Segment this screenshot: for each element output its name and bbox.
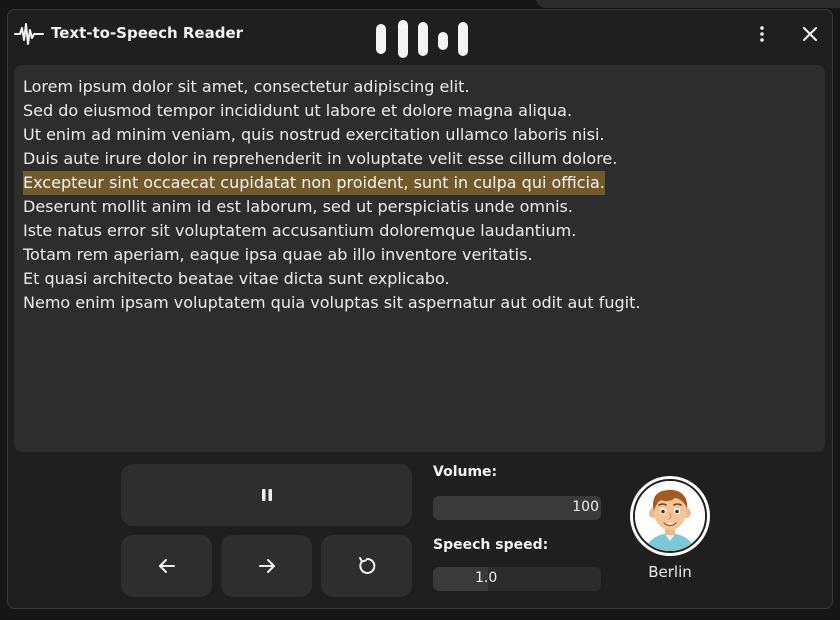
- background-window-fragment: [536, 0, 840, 8]
- speech-speed-value: 1.0: [475, 570, 498, 586]
- avatar: [633, 479, 707, 553]
- window-title: Text-to-Speech Reader: [51, 24, 244, 42]
- waveform-bar: [418, 22, 428, 56]
- pause-button[interactable]: [121, 464, 412, 526]
- waveform-bar: [376, 24, 386, 54]
- text-line: Iste natus error sit voluptatem accusant…: [23, 221, 577, 240]
- speech-speed-label: Speech speed:: [433, 537, 549, 553]
- arrow-right-icon: [258, 559, 275, 573]
- title-bar: Text-to-Speech Reader: [8, 10, 832, 58]
- close-button[interactable]: [796, 20, 824, 48]
- more-vertical-icon: [760, 26, 764, 42]
- tts-window: Text-to-Speech Reader Lorem ipsum dolor …: [7, 9, 833, 609]
- voice-name: Berlin: [648, 563, 692, 581]
- avatar-icon: [635, 481, 705, 551]
- text-line: Deserunt mollit anim id est laborum, sed…: [23, 197, 573, 216]
- text-line: Nemo enim ipsam voluptatem quia voluptas…: [23, 293, 641, 312]
- pause-icon: [261, 489, 272, 501]
- previous-sentence-button[interactable]: [121, 535, 212, 597]
- text-line: Totam rem aperiam, eaque ipsa quae ab il…: [23, 245, 533, 264]
- menu-button[interactable]: [748, 20, 776, 48]
- text-line: Ut enim ad minim veniam, quis nostrud ex…: [23, 125, 605, 144]
- text-line: Et quasi architecto beatae vitae dicta s…: [23, 269, 450, 288]
- text-line: Duis aute irure dolor in reprehenderit i…: [23, 149, 618, 168]
- volume-label: Volume:: [433, 464, 498, 480]
- voice-avatar-button[interactable]: [630, 476, 710, 556]
- arrow-left-icon: [158, 559, 175, 573]
- text-line-highlighted: Excepteur sint occaecat cupidatat non pr…: [23, 171, 605, 195]
- audio-waveform: [374, 18, 470, 58]
- waveform-bar: [458, 22, 468, 56]
- next-sentence-button[interactable]: [221, 535, 312, 597]
- volume-slider[interactable]: 100: [433, 496, 601, 520]
- restart-icon: [358, 557, 375, 574]
- close-icon: [803, 27, 817, 41]
- waveform-bar: [438, 32, 448, 50]
- restart-button[interactable]: [321, 535, 412, 597]
- document-text-area[interactable]: Lorem ipsum dolor sit amet, consectetur …: [14, 65, 825, 452]
- speech-speed-slider[interactable]: 1.0: [433, 567, 601, 591]
- text-line: Sed do eiusmod tempor incididunt ut labo…: [23, 101, 573, 120]
- volume-value: 100: [572, 499, 599, 515]
- waveform-icon: [14, 23, 44, 45]
- text-line: Lorem ipsum dolor sit amet, consectetur …: [23, 77, 470, 96]
- waveform-bar: [398, 20, 408, 58]
